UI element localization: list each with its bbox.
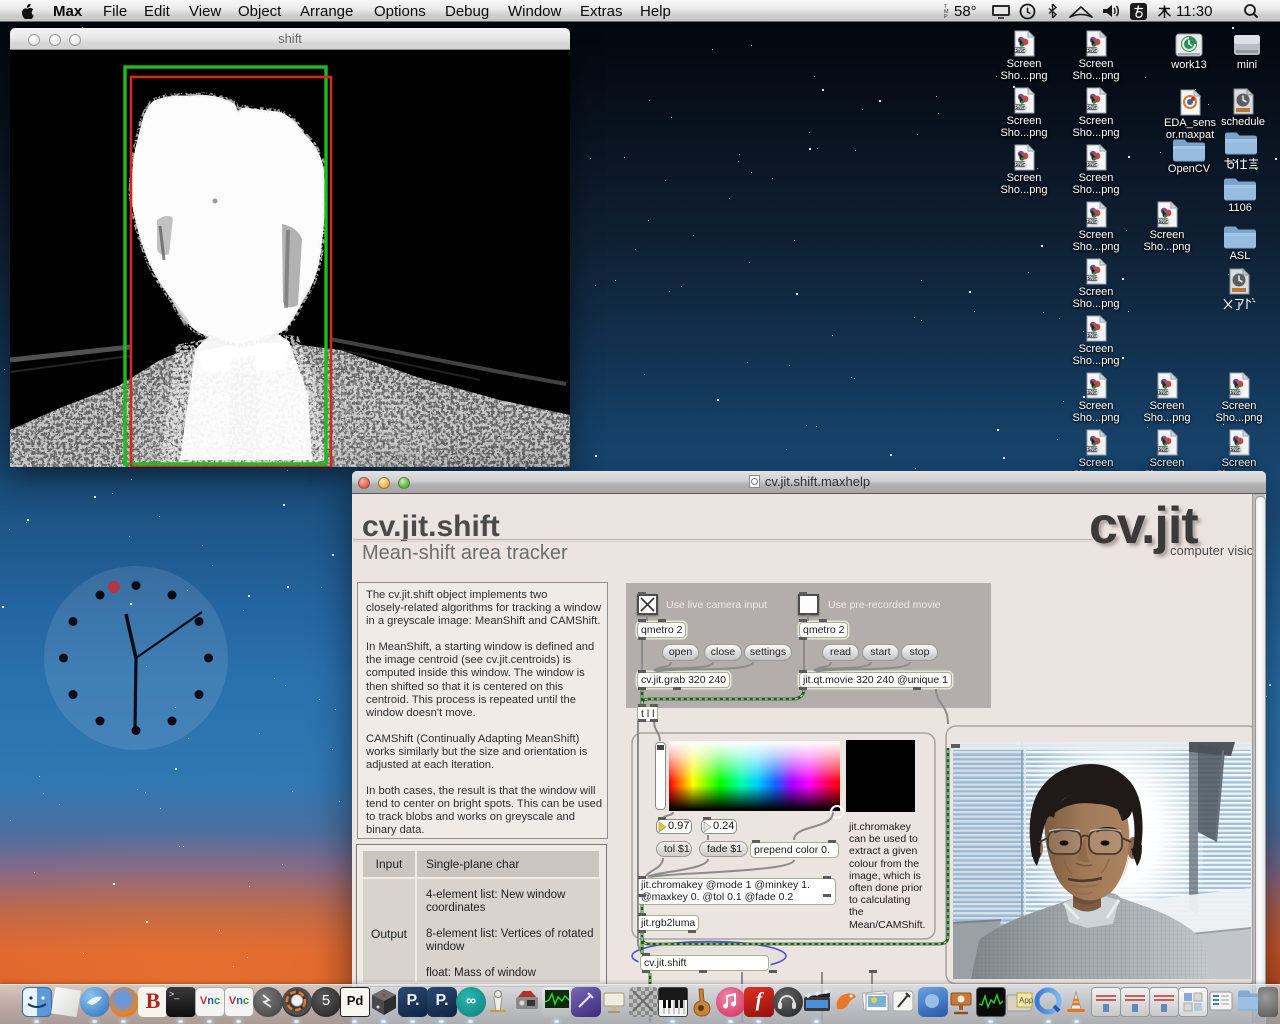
svg-text:PNG: PNG — [1087, 162, 1098, 168]
svg-text:PNG: PNG — [1015, 162, 1026, 168]
svg-text:PNG: PNG — [1087, 105, 1098, 111]
svg-text:PNG: PNG — [1087, 48, 1098, 54]
svg-text:PNG: PNG — [1087, 390, 1098, 396]
svg-text:PNG: PNG — [1087, 276, 1098, 282]
svg-text:PNG: PNG — [1158, 219, 1169, 225]
svg-text:App: App — [1019, 996, 1034, 1005]
svg-text:PNG: PNG — [1158, 447, 1169, 453]
svg-text:PNG: PNG — [1087, 219, 1098, 225]
svg-text:PNG: PNG — [1230, 390, 1241, 396]
svg-text:PNG: PNG — [1158, 390, 1169, 396]
svg-text:PNG: PNG — [1015, 105, 1026, 111]
svg-text:PNG: PNG — [1087, 447, 1098, 453]
svg-text:PNG: PNG — [1087, 333, 1098, 339]
svg-text:PNG: PNG — [1015, 48, 1026, 54]
svg-text:PNG: PNG — [1230, 447, 1241, 453]
